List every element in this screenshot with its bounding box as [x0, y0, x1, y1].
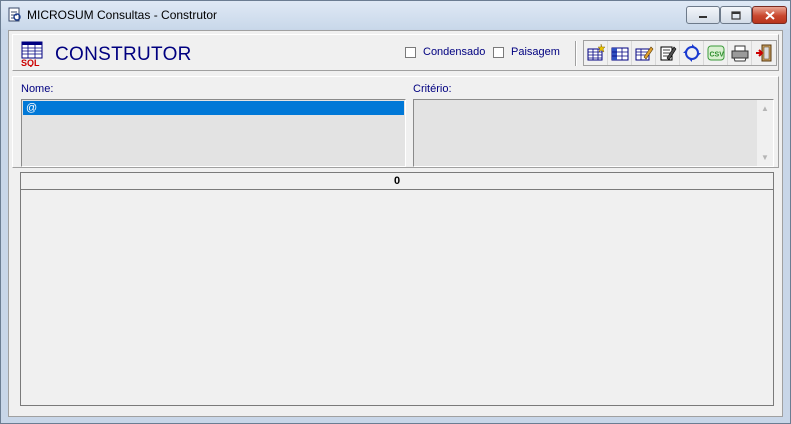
sql-table-icon: SQL: [21, 41, 43, 67]
edit-icon: [635, 46, 653, 61]
toolbar-separator: [575, 41, 577, 66]
close-icon: [764, 10, 775, 20]
minimize-icon: [699, 16, 707, 18]
grid-header[interactable]: 0: [21, 173, 773, 190]
condensado-label[interactable]: Condensado: [423, 46, 485, 58]
app-window: MICROSUM Consultas - Construtor SQL CONS…: [0, 0, 791, 424]
toolbar-buttons: CSV: [583, 40, 777, 66]
new-query-icon: [587, 43, 606, 61]
nome-label: Nome:: [21, 83, 54, 95]
refresh-icon: [682, 44, 701, 62]
results-grid[interactable]: 0: [20, 172, 774, 406]
condensado-checkbox[interactable]: [405, 47, 416, 58]
edit-sql-button[interactable]: [656, 41, 680, 65]
nome-list[interactable]: @: [21, 99, 406, 167]
edit-sql-icon: [660, 46, 676, 61]
edit-button[interactable]: [632, 41, 656, 65]
client-area: SQL CONSTRUTOR Condensado Paisagem CSV N…: [8, 30, 783, 417]
scroll-down-icon[interactable]: ▼: [761, 153, 769, 162]
csv-export-icon: CSV: [707, 45, 724, 61]
filter-panel: Nome: @ Critério: ▲ ▼: [12, 76, 779, 168]
app-icon: [8, 7, 21, 22]
header-toolbar: SQL CONSTRUTOR Condensado Paisagem CSV: [12, 34, 779, 71]
window-title: MICROSUM Consultas - Construtor: [27, 8, 218, 22]
print-button[interactable]: [728, 41, 752, 65]
criterio-label: Critério:: [413, 83, 452, 95]
columns-icon: [611, 47, 628, 61]
criterio-scrollbar[interactable]: ▲ ▼: [757, 100, 773, 166]
print-icon: [731, 45, 748, 62]
minimize-button[interactable]: [686, 6, 720, 24]
maximize-button[interactable]: [720, 6, 752, 24]
svg-text:CSV: CSV: [709, 52, 724, 59]
list-item[interactable]: @: [23, 101, 404, 115]
page-title: CONSTRUTOR: [55, 44, 192, 65]
close-button[interactable]: [752, 6, 787, 24]
title-bar[interactable]: MICROSUM Consultas - Construtor: [1, 1, 790, 29]
columns-button[interactable]: [608, 41, 632, 65]
maximize-icon: [731, 10, 741, 20]
csv-export-button[interactable]: CSV: [704, 41, 728, 65]
scroll-up-icon[interactable]: ▲: [761, 104, 769, 113]
logo-text: SQL: [21, 58, 40, 67]
new-query-button[interactable]: [584, 41, 608, 65]
criterio-input[interactable]: ▲ ▼: [413, 99, 774, 167]
exit-icon: [756, 44, 772, 62]
paisagem-label[interactable]: Paisagem: [511, 46, 560, 58]
paisagem-checkbox[interactable]: [493, 47, 504, 58]
refresh-button[interactable]: [680, 41, 704, 65]
exit-button[interactable]: [752, 41, 776, 65]
